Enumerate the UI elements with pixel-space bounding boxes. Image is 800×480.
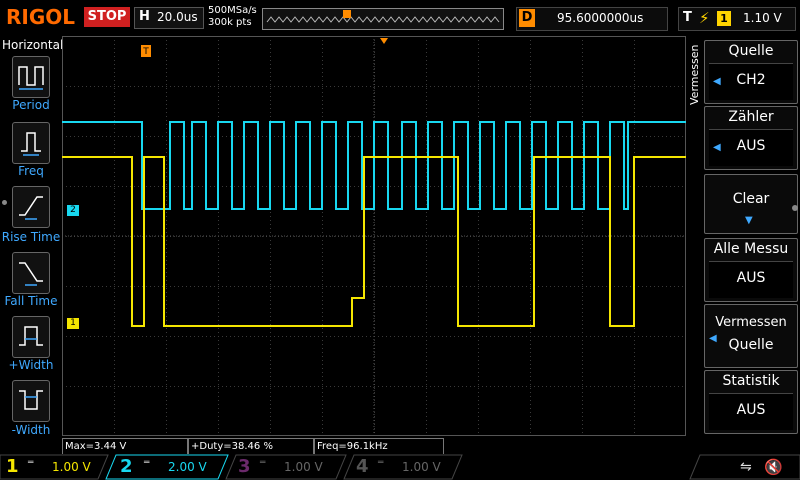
ch1-scale: 1.00 V: [52, 460, 91, 474]
menu-tab-vermessen: Vermessen: [688, 44, 701, 106]
all-measure-value: AUS: [736, 270, 766, 286]
neg-width-icon[interactable]: [12, 380, 50, 422]
measurement-duty: +Duty=38.46 %: [188, 438, 314, 455]
measure-source-value: Quelle: [728, 337, 774, 353]
counter-value: AUS: [736, 138, 766, 154]
trigger-label: T: [683, 10, 692, 25]
all-measure-header: Alle Messu: [713, 241, 789, 257]
ch1-status[interactable]: 1 ═ 1.00 V: [0, 455, 106, 479]
source-value-box: ◀ CH2: [709, 63, 793, 100]
ch3-number: 3: [238, 456, 251, 477]
ch3-scale: 1.00 V: [284, 460, 323, 474]
usb-icon: ⇋: [740, 459, 752, 475]
timebase-label: H: [139, 9, 150, 24]
timebase-display[interactable]: H 20.0us: [134, 7, 204, 29]
pos-width-label: +Width: [8, 358, 54, 372]
speaker-muted-icon[interactable]: 🔇: [764, 458, 783, 476]
all-measure-value-box: AUS: [709, 261, 793, 298]
brand-logo: RIGOL: [6, 5, 76, 29]
memory-overview-bar[interactable]: [262, 8, 504, 30]
left-panel-title: Horizontal: [2, 38, 64, 52]
trigger-position-marker: [343, 10, 351, 18]
clear-label: Clear: [732, 191, 770, 207]
ch2-status[interactable]: 2 ═ 2.00 V: [112, 455, 222, 479]
left-knob-indicator: [2, 200, 7, 205]
timebase-value: 20.0us: [157, 10, 198, 24]
statistics-button[interactable]: Statistik AUS: [704, 370, 798, 434]
ch1-number: 1: [6, 456, 19, 477]
neg-width-label: -Width: [11, 423, 51, 437]
measurement-max: Max=3.44 V: [62, 438, 188, 455]
statistics-value: AUS: [736, 402, 766, 418]
freq-label: Freq: [18, 164, 44, 178]
measure-source-header: Vermessen: [715, 315, 787, 330]
source-value: CH2: [736, 72, 766, 88]
clear-button[interactable]: Clear ▼: [704, 174, 798, 234]
delay-display[interactable]: D 95.6000000us: [516, 7, 668, 31]
source-button[interactable]: Quelle ◀ CH2: [704, 40, 798, 104]
counter-value-box: ◀ AUS: [709, 129, 793, 166]
ch2-offset-marker[interactable]: 2: [67, 205, 79, 216]
source-header: Quelle: [728, 43, 774, 59]
counter-header: Zähler: [728, 109, 774, 125]
pos-width-icon[interactable]: [12, 316, 50, 358]
ch1-coupling-icon: ═: [28, 458, 34, 468]
statistics-header: Statistik: [722, 373, 780, 389]
rise-time-icon[interactable]: [12, 186, 50, 228]
rise-time-label: Rise Time: [1, 230, 61, 244]
ch4-scale: 1.00 V: [402, 460, 441, 474]
fall-time-icon[interactable]: [12, 252, 50, 294]
ch2-scale: 2.00 V: [168, 460, 207, 474]
side-knob-indicator: [792, 205, 798, 211]
ch1-offset-marker[interactable]: 1: [67, 318, 79, 329]
trigger-level: 1.10 V: [743, 11, 782, 25]
ch2-number: 2: [120, 456, 133, 477]
ch4-status[interactable]: 4 ═ 1.00 V: [350, 455, 458, 479]
trigger-time-marker-label: T: [142, 47, 149, 57]
fall-time-label: Fall Time: [4, 294, 58, 308]
trigger-display[interactable]: T ⚡ 1 1.10 V: [678, 7, 796, 31]
counter-button[interactable]: Zähler ◀ AUS: [704, 106, 798, 170]
memory-depth: 300k pts: [208, 17, 252, 28]
sample-rate: 500MSa/s: [208, 5, 257, 16]
ch2-coupling-icon: ═: [144, 458, 150, 468]
waveform-graticule: T: [62, 36, 687, 437]
ch3-coupling-icon: ═: [260, 458, 266, 468]
delay-value: 95.6000000us: [557, 11, 644, 25]
ch4-number: 4: [356, 456, 369, 477]
ch4-coupling-icon: ═: [378, 458, 384, 468]
delay-label: D: [519, 9, 535, 27]
arrow-down-icon: ▼: [745, 215, 753, 226]
measure-source-button[interactable]: Vermessen ◀ Quelle: [704, 304, 798, 368]
run-stop-status[interactable]: STOP: [84, 7, 130, 27]
memory-overview-graphic: [266, 10, 500, 23]
trigger-time-marker[interactable]: T: [141, 45, 151, 57]
measurement-freq: Freq=96.1kHz: [314, 438, 444, 455]
ch3-status[interactable]: 3 ═ 1.00 V: [232, 455, 340, 479]
sample-info: 500MSa/s 300k pts: [208, 5, 257, 29]
statistics-value-box: AUS: [709, 393, 793, 430]
trigger-source: 1: [717, 11, 731, 26]
freq-icon[interactable]: [12, 122, 50, 164]
all-measure-button[interactable]: Alle Messu AUS: [704, 238, 798, 302]
period-label: Period: [12, 98, 50, 112]
period-icon[interactable]: [12, 56, 50, 98]
waveform-display[interactable]: T: [62, 36, 687, 437]
rising-edge-icon: ⚡: [699, 9, 710, 27]
